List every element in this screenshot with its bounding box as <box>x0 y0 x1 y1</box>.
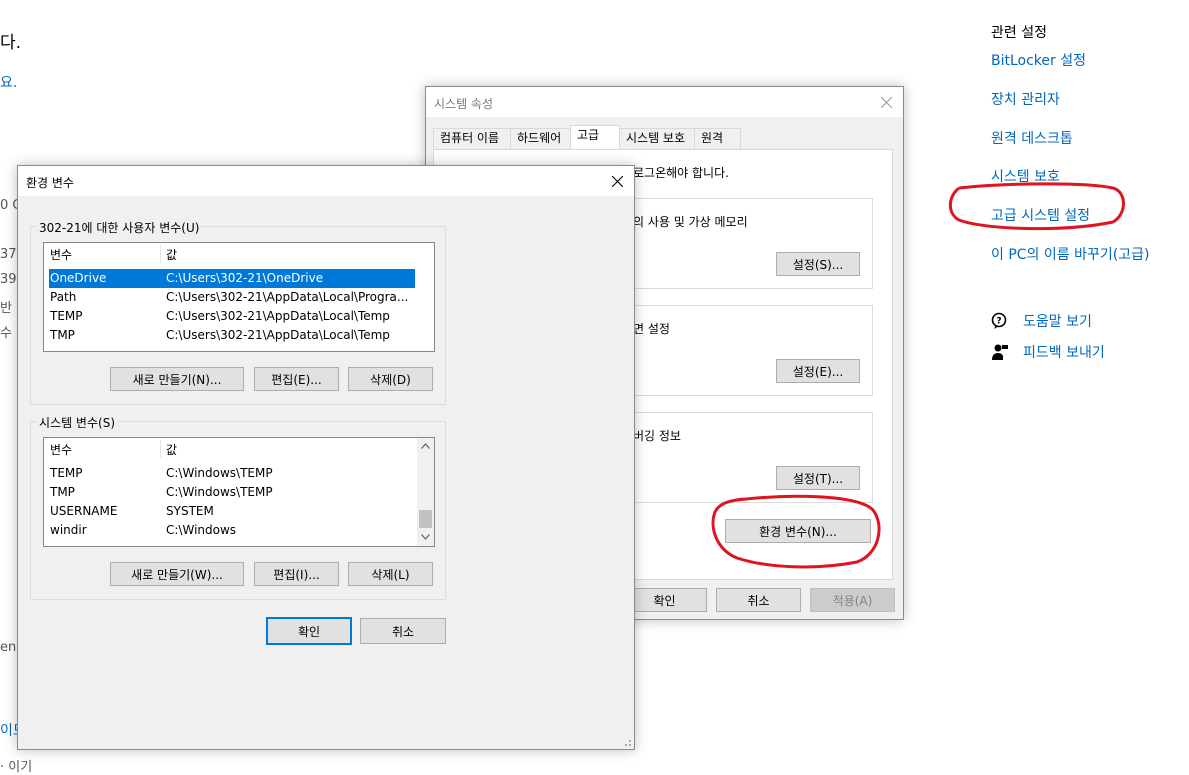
titlebar: 환경 변수 <box>18 166 634 196</box>
advanced-system-settings-link[interactable]: 고급 시스템 설정 <box>991 205 1090 225</box>
var-value: C:\Windows <box>166 523 237 537</box>
help-chat-icon: ? <box>991 312 1009 330</box>
user-variables-list[interactable]: 변수 값 OneDrive C:\Users\302-21\OneDrive P… <box>43 242 435 352</box>
system-delete-button[interactable]: 삭제(L) <box>348 562 433 586</box>
startup-settings-button[interactable]: 설정(T)... <box>776 466 860 490</box>
table-row[interactable]: Path C:\Users\302-21\AppData\Local\Progr… <box>44 288 434 307</box>
var-name: TEMP <box>50 466 83 480</box>
var-name: TMP <box>50 485 75 499</box>
feedback-label: 피드백 보내기 <box>1023 345 1105 361</box>
list-header: 변수 값 <box>44 246 434 265</box>
column-header-variable[interactable]: 변수 <box>50 246 72 265</box>
scroll-up-icon[interactable] <box>421 443 430 449</box>
column-divider[interactable] <box>160 245 161 263</box>
column-header-value[interactable]: 값 <box>166 441 177 460</box>
list-header: 변수 값 <box>44 441 416 460</box>
table-row[interactable]: TEMP C:\Windows\TEMP <box>44 464 416 483</box>
performance-label: 의 사용 및 가상 메모리 <box>633 215 748 229</box>
sysprops-apply-button[interactable]: 적용(A) <box>810 588 895 612</box>
help-link[interactable]: ? 도움말 보기 <box>991 311 1092 331</box>
device-manager-link[interactable]: 장치 관리자 <box>991 89 1060 109</box>
table-row[interactable]: TMP C:\Windows\TEMP <box>44 483 416 502</box>
feedback-link[interactable]: 피드백 보내기 <box>991 342 1105 362</box>
cut-text: · 이기 <box>0 760 33 775</box>
logon-notice: 로그온해야 합니다. <box>633 166 729 180</box>
feedback-person-icon <box>991 343 1009 361</box>
vertical-scrollbar[interactable] <box>417 438 434 546</box>
dialog-title: 시스템 속성 <box>434 97 494 111</box>
system-edit-button[interactable]: 편집(I)... <box>254 562 339 586</box>
env-cancel-button[interactable]: 취소 <box>360 618 446 644</box>
dialog-title: 환경 변수 <box>26 176 74 190</box>
tab-computer-name[interactable]: 컴퓨터 이름 <box>433 128 511 149</box>
performance-settings-button[interactable]: 설정(S)... <box>776 252 860 276</box>
var-value: C:\Users\302-21\AppData\Local\Temp <box>166 309 390 323</box>
close-icon[interactable] <box>869 87 903 117</box>
table-row[interactable]: TMP C:\Users\302-21\AppData\Local\Temp <box>44 326 434 345</box>
profiles-label: 면 설정 <box>633 322 670 336</box>
var-name: windir <box>50 523 87 537</box>
var-value: C:\Windows\TEMP <box>166 485 273 499</box>
tab-advanced[interactable]: 고급 <box>570 125 620 150</box>
table-row[interactable]: OneDrive C:\Users\302-21\OneDrive <box>49 269 415 288</box>
page-link-fragment[interactable]: 요. <box>0 72 17 92</box>
related-settings-title: 관련 설정 <box>991 25 1047 41</box>
rename-pc-link[interactable]: 이 PC의 이름 바꾸기(고급) <box>991 244 1149 264</box>
var-value: SYSTEM <box>166 504 214 518</box>
table-row[interactable]: USERNAME SYSTEM <box>44 502 416 521</box>
remote-desktop-link[interactable]: 원격 데스크톱 <box>991 128 1073 148</box>
var-value: C:\Windows\TEMP <box>166 466 273 480</box>
page-text-fragment: 다. <box>0 33 22 53</box>
startup-label: 버깅 정보 <box>633 429 681 443</box>
table-row[interactable]: windir C:\Windows <box>44 521 416 540</box>
var-value: C:\Users\302-21\OneDrive <box>166 271 324 285</box>
column-divider[interactable] <box>160 440 161 458</box>
user-edit-button[interactable]: 편집(E)... <box>254 367 339 391</box>
var-name: USERNAME <box>50 504 118 518</box>
var-name: TEMP <box>50 309 83 323</box>
var-name: Path <box>50 290 77 304</box>
profile-settings-button[interactable]: 설정(E)... <box>776 359 860 383</box>
tab-remote[interactable]: 원격 <box>694 128 741 149</box>
scrollbar-thumb[interactable] <box>419 510 432 528</box>
tab-system-protection[interactable]: 시스템 보호 <box>619 128 695 149</box>
bitlocker-link[interactable]: BitLocker 설정 <box>991 50 1086 70</box>
cut-text: 수 <box>0 326 12 341</box>
close-icon[interactable] <box>600 166 634 196</box>
tab-hardware[interactable]: 하드웨어 <box>510 128 571 149</box>
help-label: 도움말 보기 <box>1023 314 1092 330</box>
svg-text:?: ? <box>996 317 1001 327</box>
user-delete-button[interactable]: 삭제(D) <box>348 367 433 391</box>
column-header-variable[interactable]: 변수 <box>50 441 72 460</box>
var-value: C:\Users\302-21\AppData\Local\Temp <box>166 328 390 342</box>
var-name: OneDrive <box>50 271 107 285</box>
sysprops-cancel-button[interactable]: 취소 <box>716 588 801 612</box>
user-new-button[interactable]: 새로 만들기(N)... <box>110 367 244 391</box>
system-new-button[interactable]: 새로 만들기(W)... <box>110 562 244 586</box>
system-variables-label: 시스템 변수(S) <box>37 414 117 431</box>
environment-variables-button[interactable]: 환경 변수(N)... <box>725 519 871 543</box>
system-variables-list[interactable]: 변수 값 TEMP C:\Windows\TEMP TMP C:\Windows… <box>43 437 435 547</box>
var-name: TMP <box>50 328 75 342</box>
var-value: C:\Users\302-21\AppData\Local\Progra... <box>166 290 409 304</box>
column-header-value[interactable]: 값 <box>166 246 177 265</box>
system-protection-link[interactable]: 시스템 보호 <box>991 166 1060 186</box>
user-variables-label: 302-21에 대한 사용자 변수(U) <box>37 219 202 236</box>
cut-text: 반 <box>0 301 12 316</box>
env-ok-button[interactable]: 확인 <box>266 617 352 645</box>
titlebar: 시스템 속성 <box>426 87 903 117</box>
table-row[interactable]: TEMP C:\Users\302-21\AppData\Local\Temp <box>44 307 434 326</box>
scroll-down-icon[interactable] <box>421 534 430 540</box>
resize-grip-icon[interactable] <box>622 737 632 747</box>
